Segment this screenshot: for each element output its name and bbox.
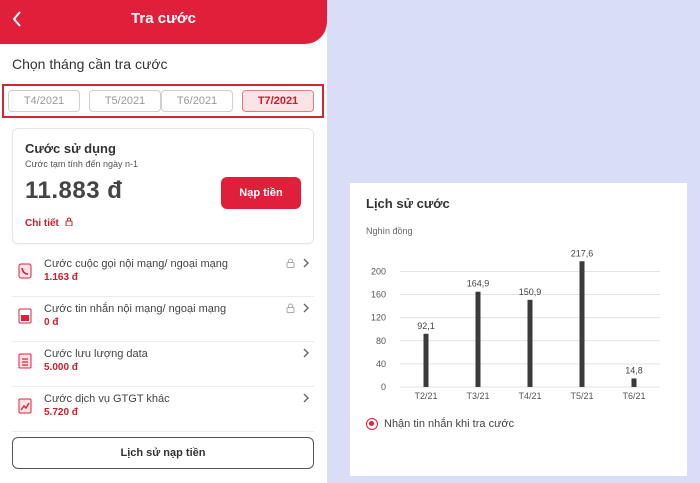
bar xyxy=(423,333,429,387)
month-chip-t7[interactable]: T7/2021 xyxy=(242,90,314,112)
vas-icon xyxy=(18,398,32,414)
radio-button[interactable] xyxy=(366,418,378,431)
fee-label: Cước lưu lượng data xyxy=(44,348,148,360)
notify-label: Nhận tin nhắn khi tra cước xyxy=(384,418,515,430)
x-tick-label: T5/21 xyxy=(570,391,593,401)
bar xyxy=(579,261,585,387)
lock-icon xyxy=(65,217,73,228)
fee-value: 1.163 đ xyxy=(44,272,78,283)
fee-value: 5.720 đ xyxy=(44,407,78,418)
lock-icon xyxy=(286,258,295,271)
x-tick-label: T2/21 xyxy=(414,391,437,401)
data-label: 92,1 xyxy=(417,321,435,331)
phone-icon xyxy=(18,263,32,279)
bar xyxy=(527,299,533,387)
data-label: 150,9 xyxy=(519,287,542,297)
month-chip-t5[interactable]: T5/2021 xyxy=(89,90,161,112)
bar xyxy=(475,291,481,387)
detail-link[interactable]: Chi tiết xyxy=(25,217,73,229)
fee-row-vas[interactable]: Cước dịch vụ GTGT khác 5.720 đ xyxy=(12,387,314,432)
chevron-right-icon xyxy=(302,392,310,407)
phone-screen: Tra cước Chọn tháng cần tra cước T4/2021… xyxy=(0,0,327,483)
notify-option[interactable]: Nhận tin nhắn khi tra cước xyxy=(366,418,515,431)
usage-subtitle: Cước tạm tính đến ngày n-1 xyxy=(25,159,138,169)
detail-label: Chi tiết xyxy=(25,218,59,229)
usage-card: Cước sử dụng Cước tạm tính đến ngày n-1 … xyxy=(12,128,314,244)
month-picker: T4/2021 T5/2021 T6/2021 T7/2021 xyxy=(2,84,324,118)
fee-value: 5.000 đ xyxy=(44,362,78,373)
data-label: 164,9 xyxy=(467,279,490,289)
x-tick-label: T3/21 xyxy=(466,391,489,401)
chart-card: Lịch sử cước Nghìn đồng 0 40 80 120 160 200 92… xyxy=(350,183,687,476)
bar-chart: 0 40 80 120 160 200 92,1 T2/21 164,9 T3/21 150,9 T4… xyxy=(371,248,660,401)
sms-icon xyxy=(18,308,32,324)
x-tick-label: T4/21 xyxy=(518,391,541,401)
chevron-right-icon xyxy=(302,347,310,362)
month-picker-title: Chọn tháng cần tra cước xyxy=(12,56,168,72)
bar xyxy=(631,378,637,387)
fee-label: Cước cuộc gọi nội mạng/ ngoại mạng xyxy=(44,258,228,270)
chart-title: Lịch sử cước xyxy=(366,196,450,211)
usage-amount: 11.883 đ xyxy=(25,177,123,204)
lock-icon xyxy=(286,303,295,316)
data-icon xyxy=(18,353,32,369)
y-tick-label: 40 xyxy=(376,359,386,369)
fee-label: Cước tin nhắn nội mạng/ ngoại mạng xyxy=(44,303,227,315)
month-chip-t4[interactable]: T4/2021 xyxy=(8,90,80,112)
y-tick-label: 0 xyxy=(381,382,386,392)
topup-history-button[interactable]: Lịch sử nạp tiền xyxy=(12,437,314,469)
fee-label: Cước dịch vụ GTGT khác xyxy=(44,393,170,405)
data-label: 217,6 xyxy=(571,248,594,258)
usage-title: Cước sử dụng xyxy=(25,141,116,156)
page-title: Tra cước xyxy=(131,10,196,27)
chevron-right-icon xyxy=(302,257,310,272)
chart-unit-label: Nghìn đồng xyxy=(366,226,413,236)
topup-button[interactable]: Nạp tiền xyxy=(221,177,301,209)
month-chip-t6[interactable]: T6/2021 xyxy=(161,90,233,112)
fee-row-data[interactable]: Cước lưu lượng data 5.000 đ xyxy=(12,342,314,387)
fee-row-call[interactable]: Cước cuộc gọi nội mạng/ ngoại mạng 1.163… xyxy=(12,252,314,297)
y-tick-label: 200 xyxy=(371,266,386,276)
fee-value: 0 đ xyxy=(44,317,59,328)
data-label: 14,8 xyxy=(625,365,643,375)
x-tick-label: T6/21 xyxy=(622,391,645,401)
chevron-right-icon xyxy=(302,302,310,317)
y-tick-label: 80 xyxy=(376,336,386,346)
y-tick-label: 120 xyxy=(371,313,386,323)
app-header: Tra cước xyxy=(0,0,327,44)
fee-row-sms[interactable]: Cước tin nhắn nội mạng/ ngoại mạng 0 đ xyxy=(12,297,314,342)
y-tick-label: 160 xyxy=(371,290,386,300)
